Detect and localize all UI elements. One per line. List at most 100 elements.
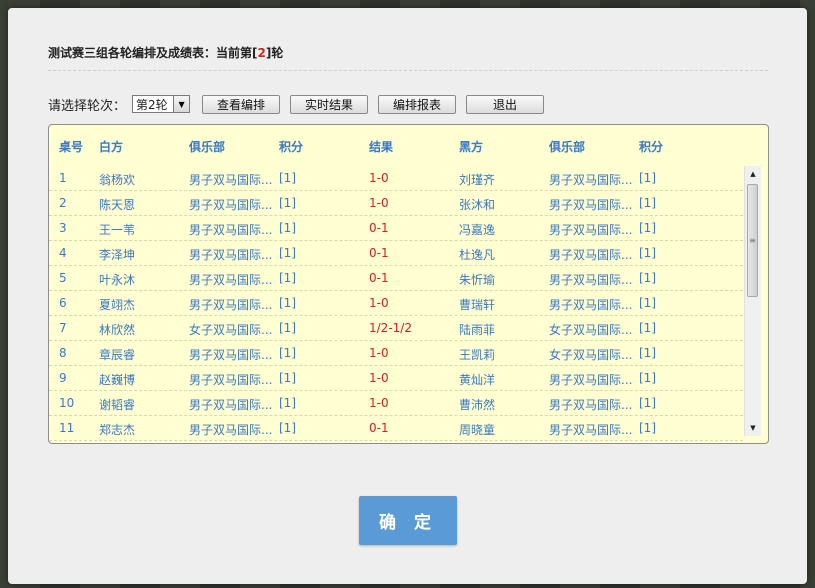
cell-black-player: 刘瑾齐 (459, 173, 496, 187)
cell-black-score: [1] (639, 396, 656, 410)
cell-board: 2 (59, 196, 67, 210)
cell-white-player: 李泽坤 (99, 248, 136, 262)
cell-black-player: 冯嘉逸 (459, 223, 496, 237)
cell-white-club: 男子双马国际... (189, 298, 273, 312)
cell-white-player: 郑志杰 (99, 423, 136, 437)
title-divider (48, 70, 768, 71)
cell-black-player: 曹瑞轩 (459, 298, 496, 312)
table-row: 4 李泽坤 男子双马国际... [1] 0-1 杜逸凡 男子双马国际... [1] (49, 241, 743, 266)
cell-white-score: [1] (279, 421, 296, 435)
cell-white-club: 男子双马国际... (189, 248, 273, 262)
controls-bar: 请选择轮次： 第2轮 ▼ 查看编排 实时结果 编排报表 退出 (48, 94, 545, 114)
cell-black-score: [1] (639, 196, 656, 210)
cell-result: 1-0 (369, 371, 389, 385)
table-row: 3 王一苇 男子双马国际... [1] 0-1 冯嘉逸 男子双马国际... [1] (49, 216, 743, 241)
table-row: 9 赵巍博 男子双马国际... [1] 1-0 黄灿洋 男子双马国际... [1] (49, 366, 743, 391)
header-black-club: 俱乐部 (549, 140, 586, 154)
cell-black-player: 朱忻瑜 (459, 273, 496, 287)
cell-black-score: [1] (639, 321, 656, 335)
table-row: 10 谢韬睿 男子双马国际... [1] 1-0 曹沛然 男子双马国际... [1] (49, 391, 743, 416)
arrow-up-icon[interactable]: ▲ (745, 166, 761, 182)
cell-white-score: [1] (279, 196, 296, 210)
header-result: 结果 (369, 140, 394, 154)
cell-white-club: 男子双马国际... (189, 223, 273, 237)
cell-result: 1/2-1/2 (369, 321, 412, 335)
cell-white-score: [1] (279, 371, 296, 385)
cell-white-player: 林欣然 (99, 323, 136, 337)
cell-board: 5 (59, 271, 67, 285)
table-row: 7 林欣然 女子双马国际... [1] 1/2-1/2 陆雨菲 女子双马国际... [1] (49, 316, 743, 341)
cell-white-score: [1] (279, 221, 296, 235)
cell-black-club: 男子双马国际... (549, 198, 633, 212)
cell-white-player: 陈天恩 (99, 198, 136, 212)
cell-board: 11 (59, 421, 75, 435)
cell-board: 8 (59, 346, 67, 360)
arrow-down-icon[interactable]: ▼ (745, 420, 761, 436)
cell-white-score: [1] (279, 321, 296, 335)
cell-black-score: [1] (639, 371, 656, 385)
cell-board: 10 (59, 396, 75, 410)
round-select-label: 请选择轮次： (48, 98, 127, 114)
cell-black-player: 周晓童 (459, 423, 496, 437)
cell-black-club: 男子双马国际... (549, 423, 633, 437)
cell-board: 7 (59, 321, 67, 335)
cell-result: 1-0 (369, 296, 389, 310)
table-scrollbar[interactable]: ▲ ≡ ▼ (744, 166, 761, 436)
cell-black-club: 男子双马国际... (549, 373, 633, 387)
cell-white-score: [1] (279, 296, 296, 310)
cell-white-club: 男子双马国际... (189, 173, 273, 187)
cell-white-club: 男子双马国际... (189, 373, 273, 387)
cell-black-score: [1] (639, 271, 656, 285)
cell-white-club: 男子双马国际... (189, 198, 273, 212)
round-select-value: 第2轮 (136, 97, 168, 112)
cell-white-player: 王一苇 (99, 223, 136, 237)
table-row: 1 翁杨欢 男子双马国际... [1] 1-0 刘瑾齐 男子双马国际... [1] (49, 166, 743, 191)
cell-board: 3 (59, 221, 67, 235)
cell-black-club: 男子双马国际... (549, 173, 633, 187)
cell-white-club: 男子双马国际... (189, 348, 273, 362)
cell-black-score: [1] (639, 221, 656, 235)
cell-white-player: 翁杨欢 (99, 173, 136, 187)
cell-result: 0-1 (369, 221, 389, 235)
cell-black-club: 男子双马国际... (549, 223, 633, 237)
cell-white-score: [1] (279, 246, 296, 260)
table-row: 2 陈天恩 男子双马国际... [1] 1-0 张沐和 男子双马国际... [1] (49, 191, 743, 216)
live-results-button[interactable]: 实时结果 (290, 94, 369, 114)
cell-white-player: 夏翊杰 (99, 298, 136, 312)
table-row: 8 章辰睿 男子双马国际... [1] 1-0 王凯莉 女子双马国际... [1] (49, 341, 743, 366)
cell-result: 1-0 (369, 171, 389, 185)
cell-result: 0-1 (369, 246, 389, 260)
dialog-title: 测试赛三组各轮编排及成绩表：当前第[2]轮 (48, 46, 284, 60)
cell-white-club: 男子双马国际... (189, 398, 273, 412)
cell-board: 4 (59, 246, 67, 260)
cell-black-player: 陆雨菲 (459, 323, 496, 337)
chevron-down-icon[interactable]: ▼ (173, 96, 190, 112)
cell-black-player: 王凯莉 (459, 348, 496, 362)
cell-white-club: 男子双马国际... (189, 273, 273, 287)
cell-white-score: [1] (279, 346, 296, 360)
cell-result: 1-0 (369, 196, 389, 210)
header-black: 黑方 (459, 140, 484, 154)
cell-black-player: 黄灿洋 (459, 373, 496, 387)
cell-black-club: 女子双马国际... (549, 323, 633, 337)
cell-black-club: 男子双马国际... (549, 248, 633, 262)
cell-black-score: [1] (639, 346, 656, 360)
table-row: 6 夏翊杰 男子双马国际... [1] 1-0 曹瑞轩 男子双马国际... [1] (49, 291, 743, 316)
view-pairing-button[interactable]: 查看编排 (202, 94, 281, 114)
cell-result: 0-1 (369, 421, 389, 435)
scrollbar-thumb[interactable]: ≡ (747, 184, 758, 297)
header-white-club: 俱乐部 (189, 140, 226, 154)
cell-black-player: 张沐和 (459, 198, 496, 212)
round-select[interactable]: 第2轮 ▼ (132, 95, 191, 113)
cell-white-player: 赵巍博 (99, 373, 136, 387)
header-board: 桌号 (59, 140, 84, 154)
exit-button[interactable]: 退出 (466, 94, 545, 114)
header-white-score: 积分 (279, 140, 304, 154)
pairing-report-button[interactable]: 编排报表 (378, 94, 457, 114)
cell-result: 1-0 (369, 396, 389, 410)
header-black-score: 积分 (639, 140, 664, 154)
cell-result: 0-1 (369, 271, 389, 285)
confirm-button[interactable]: 确 定 (359, 496, 457, 545)
table-header-row: 桌号 白方 俱乐部 积分 结果 黑方 俱乐部 积分 (49, 133, 743, 158)
cell-white-club: 男子双马国际... (189, 423, 273, 437)
